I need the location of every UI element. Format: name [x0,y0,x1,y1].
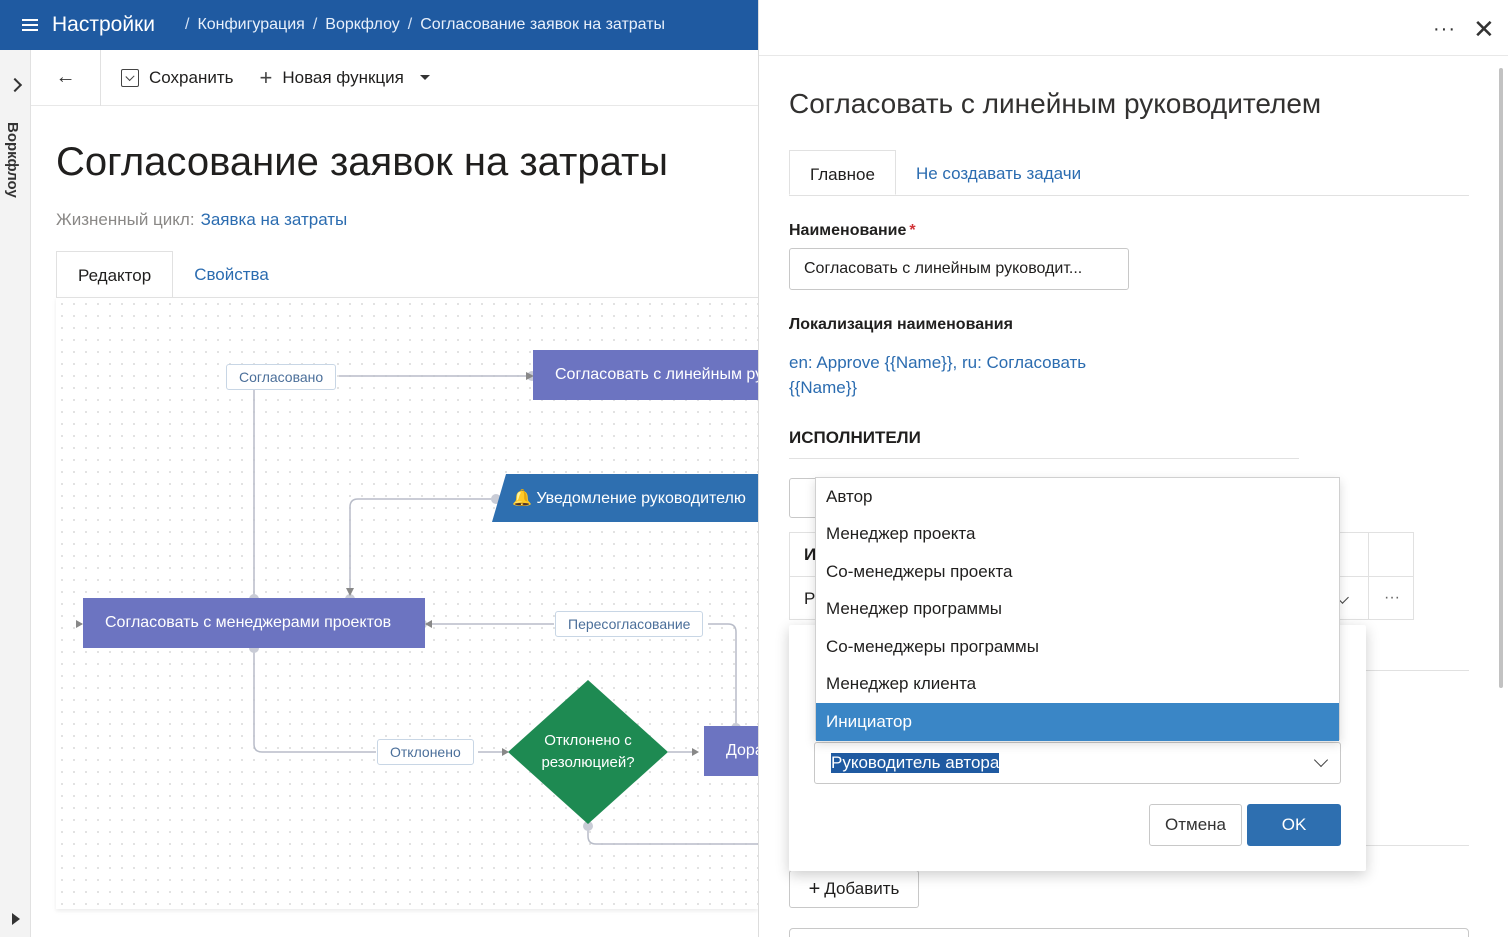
panel-header: ··· ✕ [759,0,1508,56]
panel-title: Согласовать с линейным руководителем [789,88,1322,119]
workflow-editor: Согласование заявок на затраты Жизненный… [31,106,758,937]
performer-combobox[interactable]: Руководитель автора [814,742,1341,784]
tab-main[interactable]: Главное [789,150,896,195]
label-reapproval[interactable]: Пересогласование [555,611,704,637]
label-rejected[interactable]: Отклонено [377,739,474,765]
tab-editor[interactable]: Редактор [56,251,174,301]
add-button[interactable]: + Добавить [789,870,919,908]
page-title: Согласование заявок на затраты [56,140,669,184]
add-label: Добавить [824,879,900,898]
lifecycle-line: Жизненный цикл: Заявка на затраты [56,210,347,230]
close-icon[interactable]: ✕ [1473,14,1495,45]
performers-section-title: ИСПОЛНИТЕЛИ [789,428,1299,459]
node-approve-project-managers[interactable]: Согласовать с менеджерами проектов [83,598,425,648]
panel-tabs: Главное Не создавать задачи [789,150,1469,196]
new-function-button[interactable]: + Новая функция [259,64,430,91]
name-label-text: Наименование [789,222,907,239]
label-approved[interactable]: Согласовано [226,364,337,390]
lifecycle-label: Жизненный цикл: [56,210,195,229]
save-label: Сохранить [149,67,234,87]
scrollbar-thumb[interactable] [1499,68,1503,688]
app-title[interactable]: Настройки [52,13,155,37]
node-notify-manager[interactable]: 🔔 Уведомление руководителю [492,474,758,522]
scrollbar[interactable] [1497,60,1505,930]
localization-link[interactable]: en: Approve {{Name}}, ru: Согласовать {{… [789,350,1109,400]
breadcrumb-item-current: Согласование заявок на затраты [420,16,666,33]
breadcrumb: / Конфигурация / Воркфлоу / Согласование… [185,16,665,34]
breadcrumb-item-workflow[interactable]: Воркфлоу [325,16,400,34]
save-icon [121,68,139,87]
chevron-right-icon[interactable] [7,77,23,93]
left-rail: Воркфлоу [0,50,31,937]
plus-icon: + [259,64,273,90]
caret-down-icon [419,75,430,80]
new-function-label: Новая функция [282,67,404,87]
plus-icon: + [808,877,821,900]
editor-tabs: Редактор Свойства [56,251,290,301]
dropdown-option[interactable]: Менеджер программы [816,591,1339,629]
connector-reapproval [708,623,737,726]
performer-dropdown-list: Автор Менеджер проекта Со-менеджеры прое… [815,477,1340,741]
back-button[interactable]: ← [31,49,101,106]
breadcrumb-separator: / [407,16,413,33]
dropdown-option[interactable]: Автор [816,478,1339,516]
name-field[interactable]: Согласовать с линейным руководит... [789,248,1129,290]
ok-button[interactable]: OK [1247,804,1341,846]
toolbar: ← Сохранить + Новая функция [31,49,758,106]
localization-label: Локализация наименования [789,316,1013,333]
required-mark: * [909,222,916,239]
more-icon[interactable]: ··· [1433,18,1456,41]
tab-properties[interactable]: Свойства [173,251,290,301]
connector-notify [349,498,492,593]
chevron-down-icon[interactable] [1313,752,1329,768]
rail-label[interactable]: Воркфлоу [4,122,21,198]
connector-rejected [253,648,376,753]
diagram-canvas[interactable]: Согласовано Согласовать с линейным руков… [56,297,758,909]
dropdown-option[interactable]: Со-менеджеры проекта [816,553,1339,591]
breadcrumb-separator: / [184,16,190,33]
cancel-button[interactable]: Отмена [1149,804,1242,846]
bottom-section [789,928,1469,937]
row-more-icon[interactable]: ··· [1384,589,1400,607]
decision-line-2: резолюцией? [541,754,635,771]
dropdown-option[interactable]: Менеджер проекта [816,516,1339,554]
breadcrumb-item-configuration[interactable]: Конфигурация [197,16,304,34]
breadcrumb-separator: / [312,16,318,33]
dropdown-option[interactable]: Инициатор [816,703,1339,741]
node-approve-line-manager[interactable]: Согласовать с линейным руководителем [533,350,758,400]
hamburger-menu-icon[interactable] [22,19,38,31]
dropdown-option[interactable]: Со-менеджеры программы [816,628,1339,666]
node-rework[interactable]: Доработка [704,726,758,776]
name-label: Наименование * [789,222,916,240]
tab-no-tasks[interactable]: Не создавать задачи [896,150,1101,195]
table-row-cell: Р [804,589,816,608]
connector-decision-bottom [587,826,758,845]
save-button[interactable]: Сохранить [121,68,233,88]
play-icon[interactable] [12,913,20,925]
lifecycle-link[interactable]: Заявка на затраты [201,210,348,229]
dropdown-option[interactable]: Менеджер клиента [816,666,1339,704]
top-header: Настройки / Конфигурация / Воркфлоу / Со… [0,0,758,50]
decision-line-1: Отклонено с [544,732,632,749]
combobox-value: Руководитель автора [831,753,1000,773]
